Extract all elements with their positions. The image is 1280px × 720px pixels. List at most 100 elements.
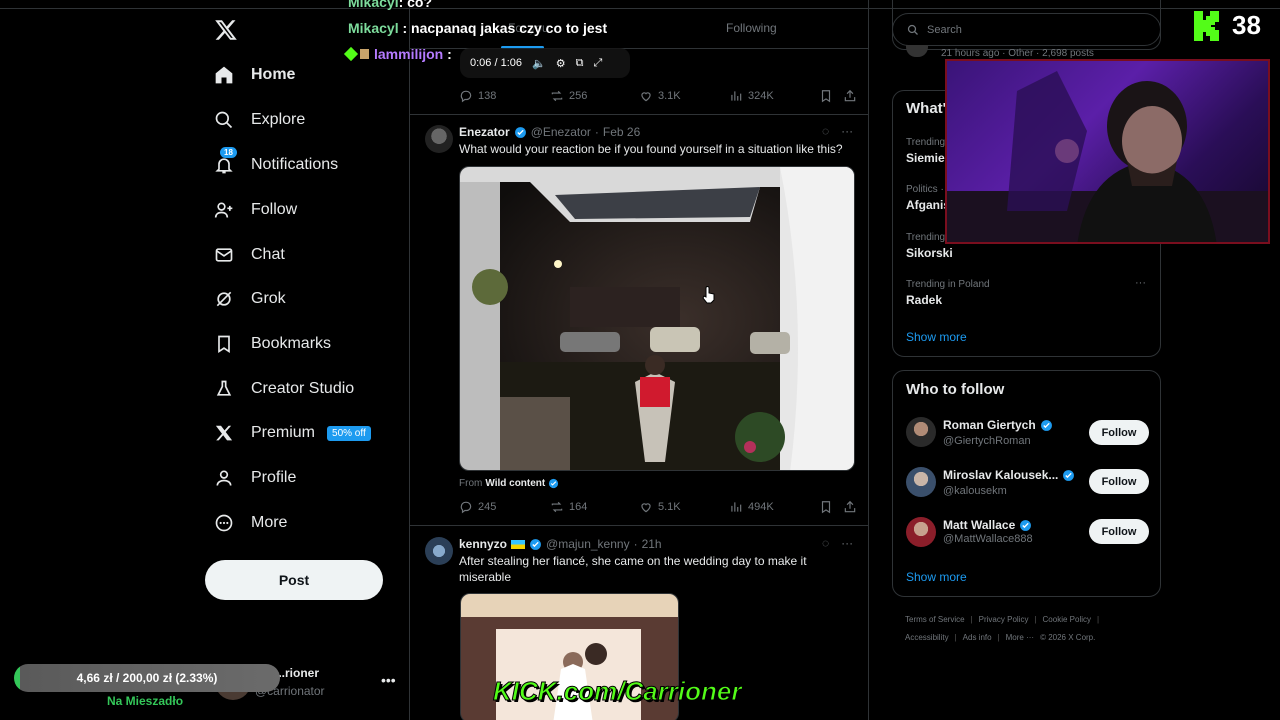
tweet-time[interactable]: 21h xyxy=(642,537,662,551)
tweet-time[interactable]: Feb 26 xyxy=(603,125,640,139)
tweet-author-name[interactable]: kennyzo xyxy=(459,537,507,551)
nav-label: Creator Studio xyxy=(251,380,355,397)
chat-badge-icon xyxy=(360,49,369,59)
tweet-divider xyxy=(409,114,869,115)
bell-icon: 18 xyxy=(213,147,237,176)
avatar[interactable] xyxy=(425,125,453,153)
tweet-handle[interactable]: @Enezator xyxy=(531,125,591,139)
suggested-user-name[interactable]: Roman Giertych xyxy=(943,418,1053,432)
trends-show-more-link[interactable]: Show more xyxy=(906,330,967,344)
more-dots-icon[interactable]: ··· xyxy=(1135,277,1146,289)
nav-bookmarks[interactable]: Bookmarks xyxy=(213,329,331,359)
share-button[interactable] xyxy=(843,500,857,514)
avatar[interactable] xyxy=(425,537,453,565)
avatar[interactable] xyxy=(906,517,936,547)
nav-label: Grok xyxy=(251,290,286,307)
trend-name[interactable]: Sikorski xyxy=(906,246,953,260)
nav-explore[interactable]: Explore xyxy=(213,105,305,135)
reply-icon xyxy=(460,501,472,514)
fullscreen-icon[interactable]: ⤢ xyxy=(593,57,602,70)
nav-creator-studio[interactable]: Creator Studio xyxy=(213,374,354,404)
avatar[interactable] xyxy=(906,417,936,447)
nav-label: More xyxy=(251,514,288,531)
views-button[interactable]: 494K xyxy=(729,500,774,514)
more-dots-icon[interactable]: ··· xyxy=(841,536,853,550)
avatar[interactable] xyxy=(906,467,936,497)
share-button[interactable] xyxy=(843,89,857,103)
nav-notifications[interactable]: 18 Notifications xyxy=(213,147,338,180)
follow-button[interactable]: Follow xyxy=(1089,469,1149,494)
nav-chat[interactable]: Chat xyxy=(213,240,285,270)
footer-links-row-2: Accessibility | Ads info | More ··· © 2026… xyxy=(905,633,1096,642)
bookmark-button[interactable] xyxy=(819,89,833,103)
suggested-user-name[interactable]: Matt Wallace xyxy=(943,518,1032,532)
nav-label: Chat xyxy=(251,246,285,263)
follow-button[interactable]: Follow xyxy=(1089,420,1149,445)
reply-button[interactable]: 138 xyxy=(459,89,496,103)
tweet-author-name[interactable]: Enezator xyxy=(459,125,510,139)
nav-grok[interactable]: Grok xyxy=(213,284,286,314)
kick-url-watermark: KICK.com/Carrioner xyxy=(493,676,742,707)
suggested-user-handle: @kalousekm xyxy=(943,485,1007,497)
webcam-feed xyxy=(947,71,1268,242)
tweet-actions: 245 164 5.1K 494K xyxy=(459,500,857,520)
nav-premium[interactable]: Premium 50% off xyxy=(213,418,371,448)
bookmark-button[interactable] xyxy=(819,500,833,514)
nav-follow[interactable]: Follow xyxy=(213,195,297,225)
notification-badge: 18 xyxy=(220,147,237,158)
footer-link[interactable]: Terms of Service xyxy=(905,615,965,624)
repost-button[interactable]: 164 xyxy=(550,500,587,514)
source-link[interactable]: Wild content xyxy=(485,478,545,489)
person-icon xyxy=(213,467,235,489)
trend-name[interactable]: Afganis xyxy=(906,198,950,212)
tab-following[interactable]: Following xyxy=(726,21,777,35)
footer-link[interactable]: Privacy Policy xyxy=(979,615,1029,624)
who-to-follow-show-more-link[interactable]: Show more xyxy=(906,570,967,584)
trend-meta: 21 hours ago · Other · 2,698 posts xyxy=(941,48,1094,59)
like-button[interactable]: 5.1K xyxy=(639,500,681,514)
more-dots-icon[interactable]: ··· xyxy=(841,124,853,138)
follow-button[interactable]: Follow xyxy=(1089,519,1149,544)
trend-name[interactable]: Radek xyxy=(906,293,942,307)
tweet-handle[interactable]: @majun_kenny xyxy=(546,537,630,551)
footer-link[interactable]: Cookie Policy xyxy=(1043,615,1091,624)
nav-profile[interactable]: Profile xyxy=(213,463,296,493)
nav-home[interactable]: Home xyxy=(213,60,295,90)
trend-name[interactable]: Siemie xyxy=(906,151,945,165)
reply-button[interactable]: 245 xyxy=(459,500,496,514)
pip-icon[interactable]: ⧉ xyxy=(576,57,584,70)
views-button[interactable]: 324K xyxy=(729,89,774,103)
tweet-menu: ◌ ··· xyxy=(822,124,853,138)
x-logo-icon[interactable] xyxy=(214,18,238,42)
footer-link[interactable]: Accessibility xyxy=(905,633,949,642)
verified-icon xyxy=(1020,519,1032,531)
views-icon xyxy=(731,502,742,512)
nav-label: Bookmarks xyxy=(251,335,332,352)
add-person-icon xyxy=(213,199,235,221)
home-icon xyxy=(213,64,235,86)
post-button[interactable]: Post xyxy=(205,560,383,600)
more-dots-icon[interactable]: ••• xyxy=(381,672,396,688)
suggested-user-handle: @GiertychRoman xyxy=(943,435,1031,447)
grok-icon[interactable]: ◌ xyxy=(822,536,829,550)
grok-icon[interactable]: ◌ xyxy=(822,124,829,138)
nav-label: Premium xyxy=(251,424,316,441)
views-icon xyxy=(731,91,742,101)
settings-icon[interactable]: ⚙ xyxy=(556,57,566,70)
like-button[interactable]: 3.1K xyxy=(639,89,681,103)
footer-link[interactable]: Ads info xyxy=(963,633,992,642)
repost-button[interactable]: 256 xyxy=(550,89,587,103)
flag-icon xyxy=(511,539,526,549)
nav-more[interactable]: More xyxy=(213,508,287,538)
volume-icon[interactable]: 🔈 xyxy=(532,57,546,70)
video-controls[interactable]: 0:06 / 1:06 🔈 ⚙ ⧉ ⤢ xyxy=(460,48,630,78)
suggested-user-name[interactable]: Miroslav Kalousek... xyxy=(943,468,1075,482)
kick-logo-icon xyxy=(1194,11,1219,41)
tweet-source: From Wild content xyxy=(459,478,559,489)
x-icon xyxy=(213,422,235,444)
heart-icon xyxy=(641,92,651,102)
video-frame xyxy=(460,167,854,470)
footer-link[interactable]: More ··· xyxy=(1006,633,1034,642)
trend-category: Trending xyxy=(906,232,946,243)
tweet-video[interactable] xyxy=(459,166,855,471)
